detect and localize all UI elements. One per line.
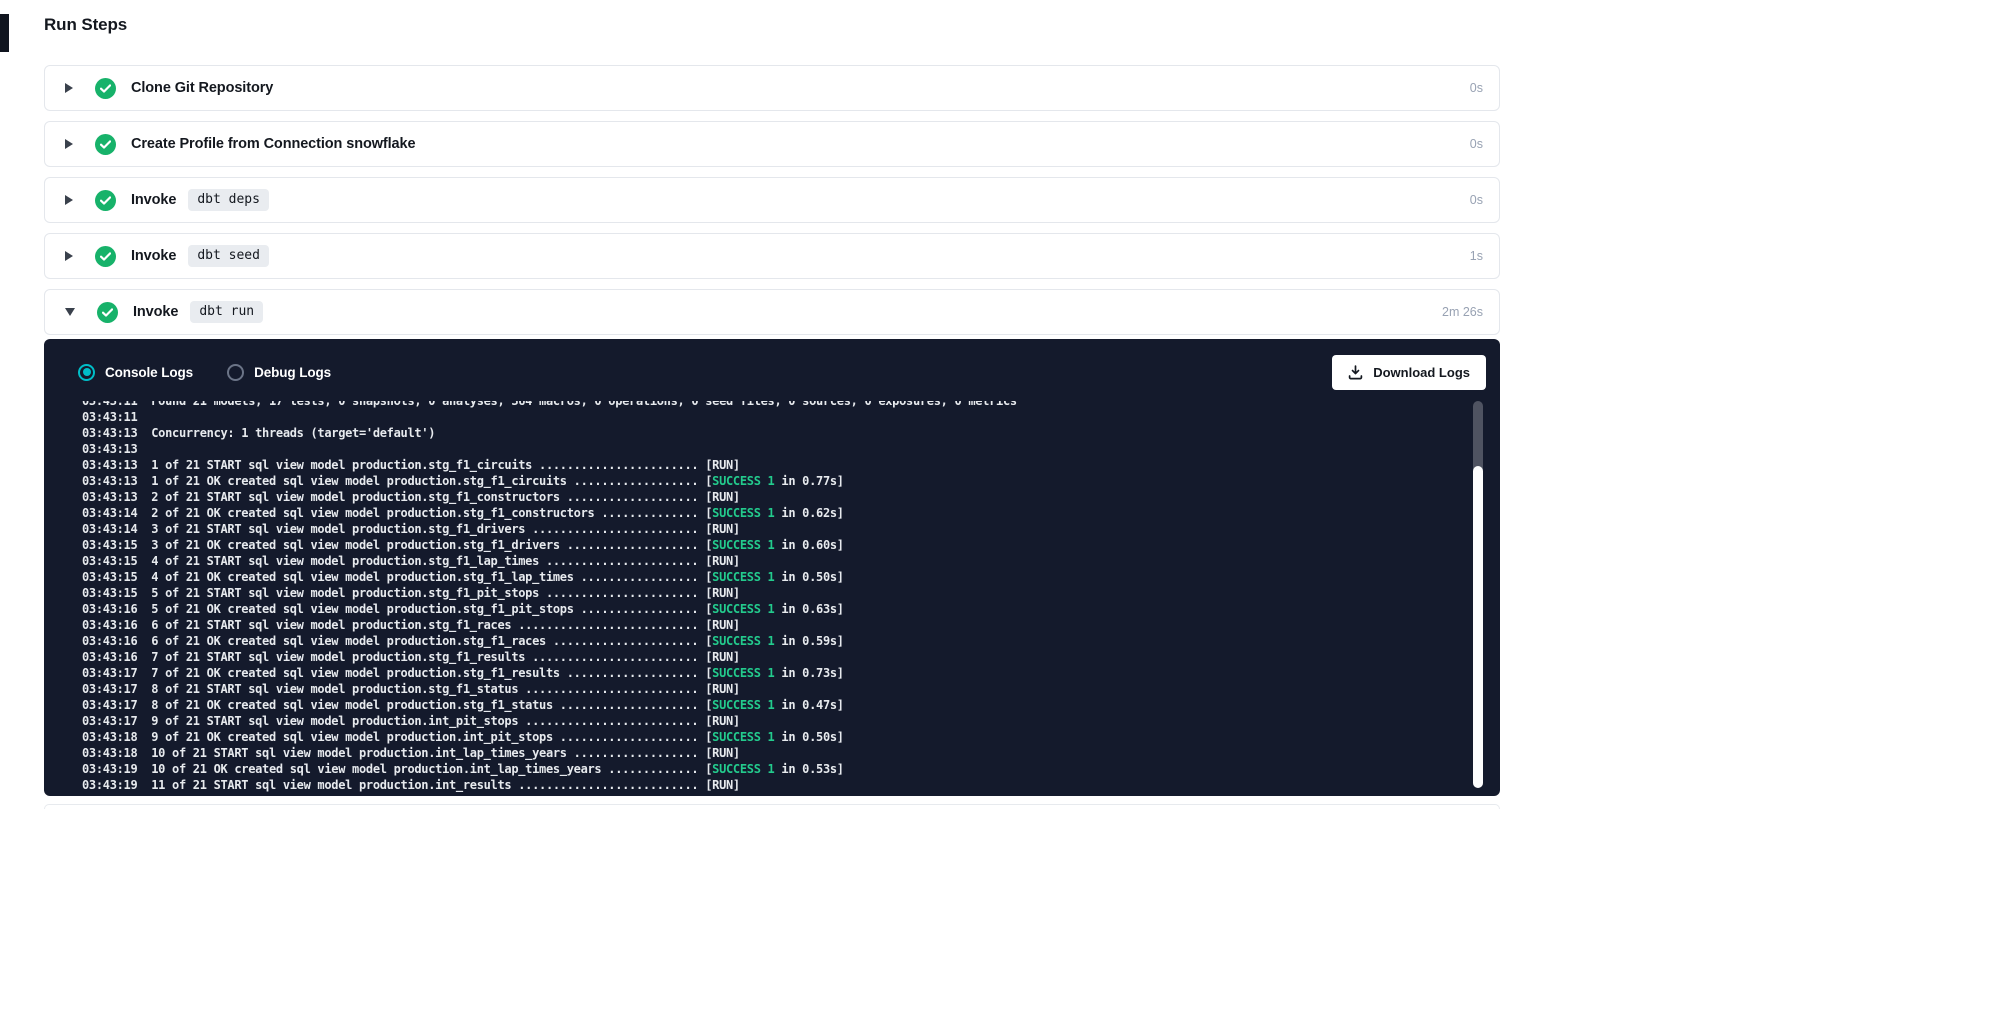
log-line: 03:43:17 8 of 21 OK created sql view mod…: [82, 697, 1500, 713]
download-logs-label: Download Logs: [1373, 365, 1470, 380]
radio-selected-icon: [78, 364, 95, 381]
step-duration: 1s: [1470, 249, 1483, 263]
step-command-chip: dbt run: [190, 301, 263, 323]
step-duration: 0s: [1470, 193, 1483, 207]
step-duration: 0s: [1470, 81, 1483, 95]
caret-icon[interactable]: [65, 83, 73, 93]
log-line: 03:43:15 4 of 21 START sql view model pr…: [82, 553, 1500, 569]
console-header: Console Logs Debug Logs Download Logs: [44, 339, 1500, 401]
log-line: 03:43:18 9 of 21 OK created sql view mod…: [82, 729, 1500, 745]
log-line: 03:43:17 9 of 21 START sql view model pr…: [82, 713, 1500, 729]
log-line: 03:43:16 7 of 21 START sql view model pr…: [82, 649, 1500, 665]
step-duration: 0s: [1470, 137, 1483, 151]
log-line: 03:43:17 8 of 21 START sql view model pr…: [82, 681, 1500, 697]
step-row[interactable]: Invoke dbt seed 1s: [44, 233, 1500, 279]
log-line: 03:43:15 4 of 21 OK created sql view mod…: [82, 569, 1500, 585]
step-command-chip: dbt seed: [188, 245, 269, 267]
caret-icon[interactable]: [65, 308, 75, 316]
log-line: 03:43:13 1 of 21 OK created sql view mod…: [82, 473, 1500, 489]
step-label: Invoke: [131, 192, 176, 208]
console-panel: Console Logs Debug Logs Download Logs 03…: [44, 339, 1500, 796]
caret-icon[interactable]: [65, 195, 73, 205]
log-line: 03:43:19 10 of 21 OK created sql view mo…: [82, 761, 1500, 777]
log-line: 03:43:16 5 of 21 OK created sql view mod…: [82, 601, 1500, 617]
step-label: Clone Git Repository: [131, 80, 273, 96]
log-line: 03:43:13: [82, 441, 1500, 457]
success-check-icon: [95, 78, 116, 99]
step-label: Invoke: [131, 248, 176, 264]
log-line: 03:43:15 5 of 21 START sql view model pr…: [82, 585, 1500, 601]
log-line: 03:43:19 11 of 21 START sql view model p…: [82, 777, 1500, 793]
log-line: 03:43:15 3 of 21 OK created sql view mod…: [82, 537, 1500, 553]
console-scrollbar-thumb[interactable]: [1473, 466, 1483, 788]
log-line: 03:43:14 3 of 21 START sql view model pr…: [82, 521, 1500, 537]
step-row[interactable]: Create Profile from Connection snowflake…: [44, 121, 1500, 167]
log-tab-label: Console Logs: [105, 365, 193, 380]
console-scrollbar[interactable]: [1473, 401, 1483, 788]
caret-icon[interactable]: [65, 139, 73, 149]
step-command-chip: dbt deps: [188, 189, 269, 211]
log-line: 03:43:13 1 of 21 START sql view model pr…: [82, 457, 1500, 473]
run-steps-list: Clone Git Repository 0s Create Profile f…: [44, 65, 1500, 335]
step-duration: 2m 26s: [1442, 305, 1483, 319]
step-row[interactable]: Invoke dbt deps 0s: [44, 177, 1500, 223]
success-check-icon: [95, 190, 116, 211]
log-line: 03:43:13 2 of 21 START sql view model pr…: [82, 489, 1500, 505]
log-line: 03:43:18 10 of 21 START sql view model p…: [82, 745, 1500, 761]
step-label: Invoke: [133, 304, 178, 320]
success-check-icon: [97, 302, 118, 323]
log-line: 03:43:11: [82, 409, 1500, 425]
log-tab-label: Debug Logs: [254, 365, 331, 380]
next-step-top-border: [44, 804, 1500, 809]
download-logs-button[interactable]: Download Logs: [1332, 355, 1486, 390]
log-lines: 03:43:11 Found 21 models, 17 tests, 0 sn…: [82, 401, 1500, 793]
log-tab-debug[interactable]: Debug Logs: [227, 364, 331, 381]
step-label: Create Profile from Connection snowflake: [131, 136, 415, 152]
success-check-icon: [95, 134, 116, 155]
download-icon: [1348, 365, 1363, 380]
step-row[interactable]: Clone Git Repository 0s: [44, 65, 1500, 111]
console-log-area[interactable]: 03:43:11 Found 21 models, 17 tests, 0 sn…: [44, 401, 1500, 796]
log-line: 03:43:16 6 of 21 OK created sql view mod…: [82, 633, 1500, 649]
log-tab-console[interactable]: Console Logs: [78, 364, 193, 381]
radio-unselected-icon: [227, 364, 244, 381]
log-line: 03:43:14 2 of 21 OK created sql view mod…: [82, 505, 1500, 521]
log-line: 03:43:11 Found 21 models, 17 tests, 0 sn…: [82, 401, 1500, 409]
page-title: Run Steps: [44, 14, 1500, 36]
success-check-icon: [95, 246, 116, 267]
log-line: 03:43:17 7 of 21 OK created sql view mod…: [82, 665, 1500, 681]
run-steps-page: Run Steps Clone Git Repository 0s Create…: [44, 14, 1500, 809]
log-line: 03:43:16 6 of 21 START sql view model pr…: [82, 617, 1500, 633]
log-line: 03:43:13 Concurrency: 1 threads (target=…: [82, 425, 1500, 441]
step-row[interactable]: Invoke dbt run 2m 26s: [44, 289, 1500, 335]
caret-icon[interactable]: [65, 251, 73, 261]
sidebar-edge: [0, 14, 9, 52]
